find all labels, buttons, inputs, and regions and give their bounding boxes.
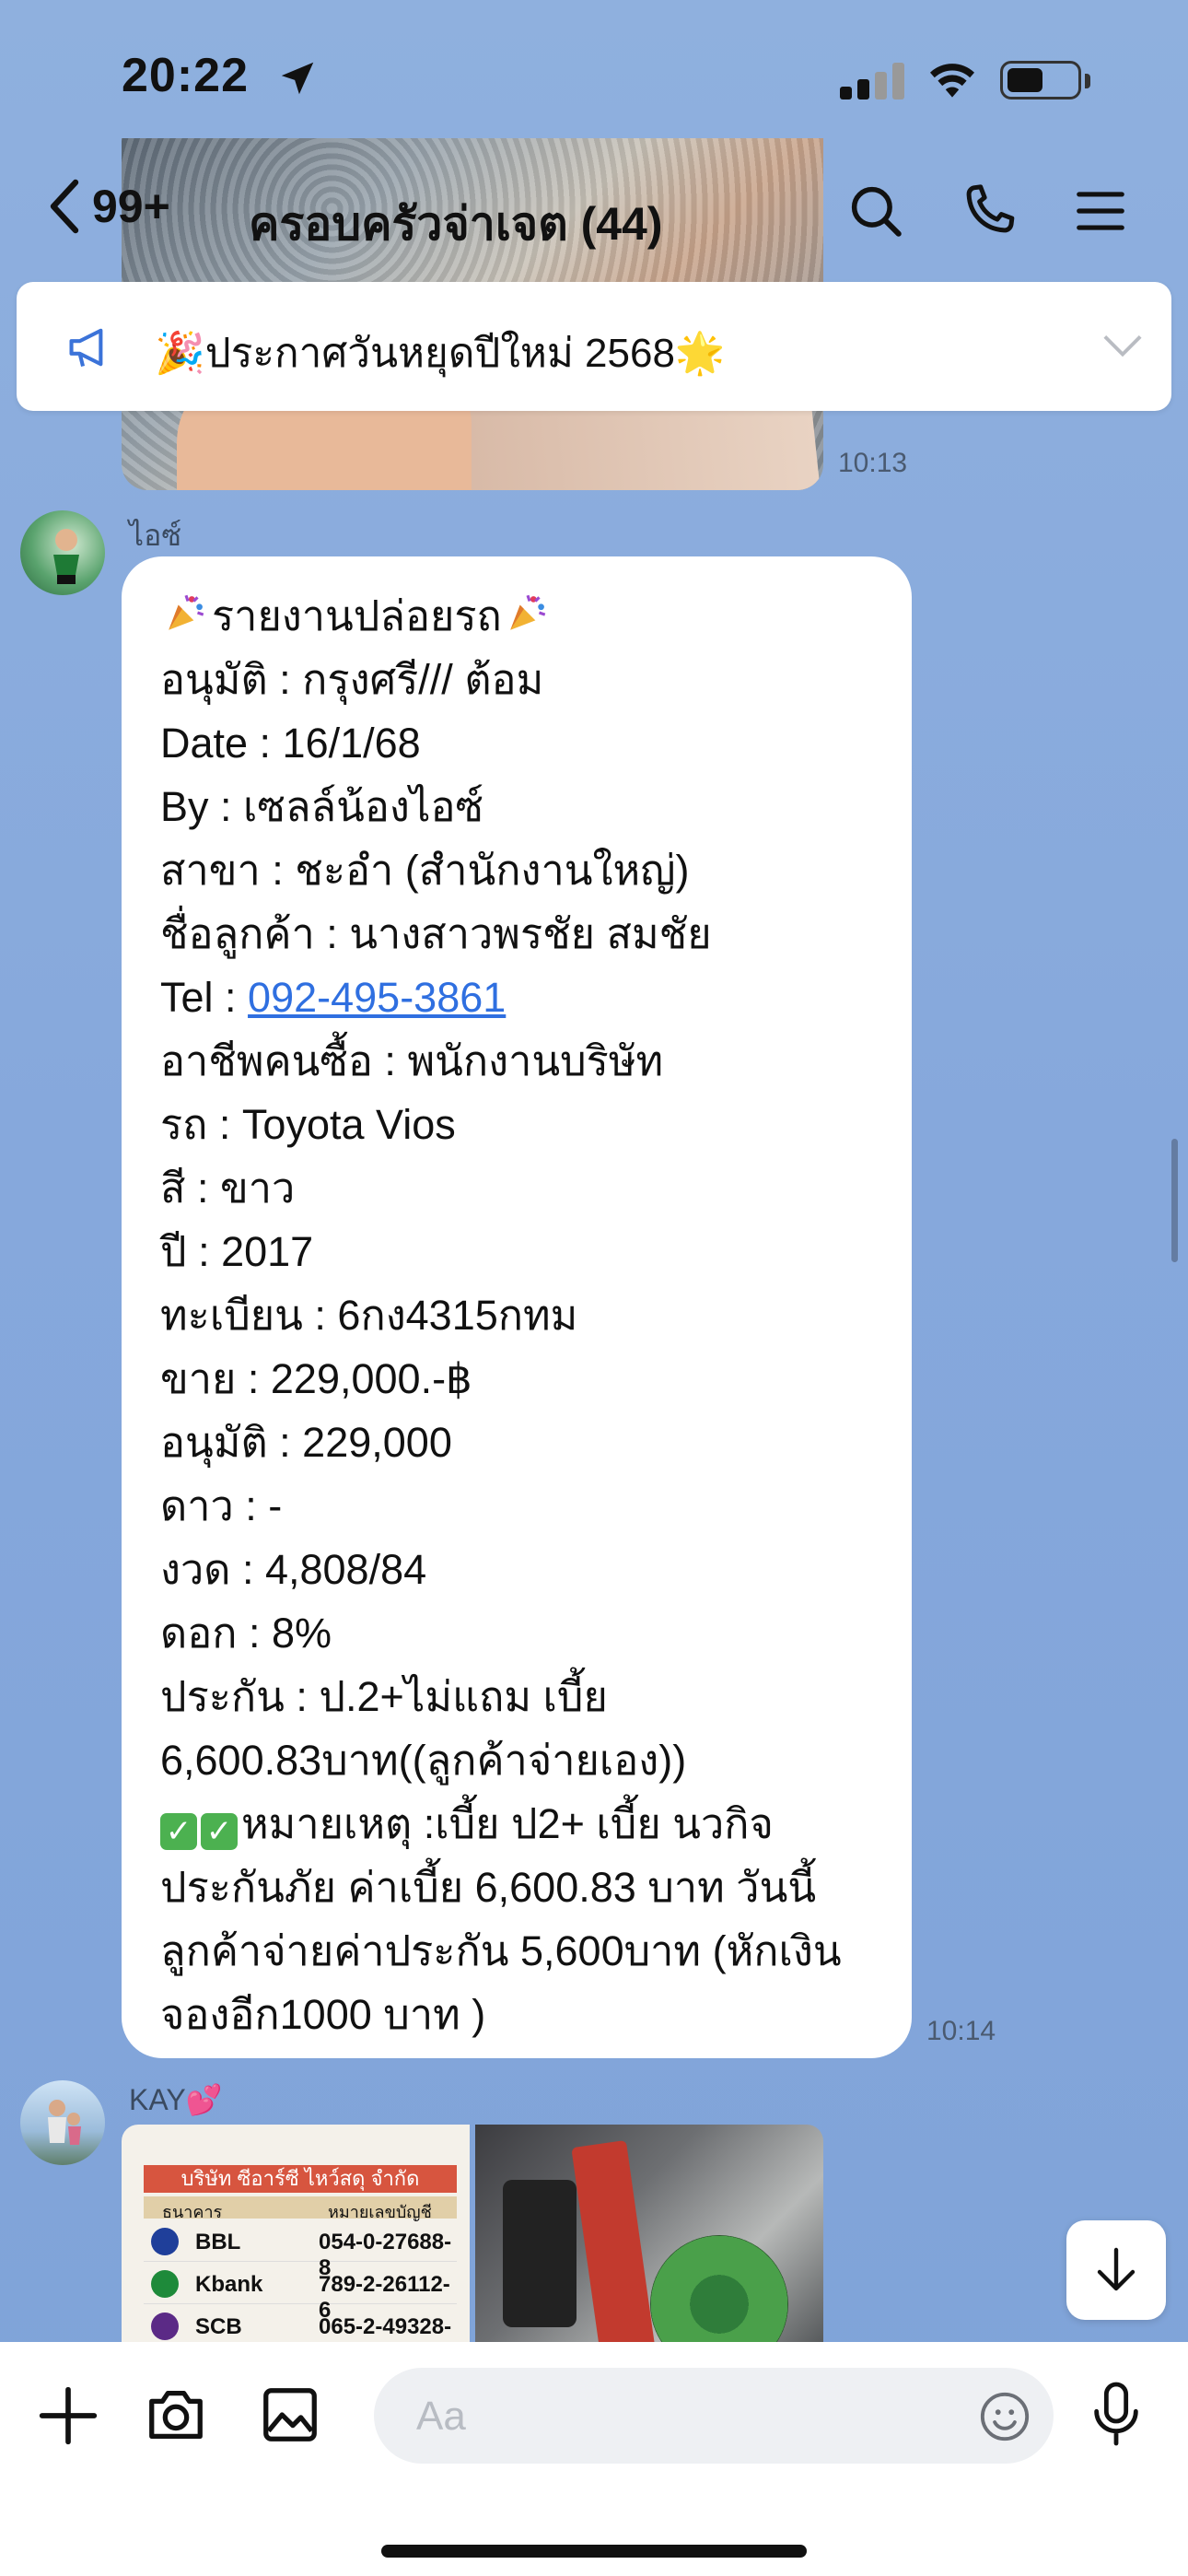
avatar-kay[interactable]: [20, 2080, 105, 2165]
home-indicator[interactable]: [381, 2545, 807, 2558]
scrollbar-thumb[interactable]: [1171, 1139, 1178, 1262]
report-line: ประกันภัย ค่าเบี้ย 6,600.83 บาท วันนี้: [160, 1864, 817, 1911]
party-popper-icon: [510, 594, 546, 630]
photo-tools[interactable]: [475, 2125, 823, 2346]
bank-logo-icon: [151, 2313, 179, 2340]
arrow-down-icon: [1097, 2247, 1136, 2291]
bank-logo-icon: [151, 2228, 179, 2255]
report-line: Date : 16/1/68: [160, 720, 421, 767]
bank-account: 065-2-49328-5: [319, 2314, 452, 2346]
microphone-icon[interactable]: [1087, 2379, 1146, 2449]
report-line: รถ : Toyota Vios: [160, 1101, 456, 1148]
report-line: ทะเบียน : 6กง4315กทม: [160, 1292, 578, 1339]
message-time: 10:13: [838, 448, 908, 478]
image-gallery-icon[interactable]: [258, 2383, 322, 2447]
report-line: 6,600.83บาท((ลูกค้าจ่ายเอง)): [160, 1737, 687, 1784]
message-input[interactable]: [414, 2388, 934, 2445]
check-mark-icon: ✓: [201, 1813, 238, 1850]
status-time: 20:22: [122, 49, 249, 102]
bank-name: SCB: [195, 2314, 242, 2339]
party-popper-icon: [169, 594, 204, 630]
unread-count: 99+: [92, 181, 170, 232]
report-line: ชื่อลูกค้า : นางสาวพรชัย สมชัย: [160, 910, 712, 957]
report-line: สี : ขาว: [160, 1165, 296, 1212]
wifi-icon: [930, 64, 974, 98]
chevron-down-icon[interactable]: [1101, 332, 1144, 359]
composer-bar: [0, 2342, 1188, 2576]
report-title-line: รายงานปล่อยรถ: [160, 584, 873, 648]
report-line: จองอีก1000 บาท ): [160, 1991, 486, 2038]
report-line: ประกัน : ป.2+ไม่แถม เบี้ย: [160, 1673, 608, 1720]
status-bar: 20:22: [0, 0, 1188, 157]
menu-icon[interactable]: [1072, 181, 1129, 241]
report-title: รายงานปล่อยรถ: [212, 592, 502, 639]
report-tel-line: Tel : 092-495-3861: [160, 966, 873, 1029]
report-note-line: ✓ ✓ หมายเหตุ :เบี้ย ป2+ เบี้ย นวกิจ: [160, 1792, 873, 1856]
tel-label: Tel :: [160, 974, 249, 1021]
message-bubble-report[interactable]: รายงานปล่อยรถ อนุมัติ : กรุงศรี/// ต้อม …: [122, 556, 912, 2058]
report-line: ดาว : -: [160, 1482, 283, 1529]
bank-row: SCB 065-2-49328-5: [144, 2305, 457, 2346]
sender-name: KAY💕: [129, 2083, 223, 2116]
report-line: By : เซลล์น้องไอซ์: [160, 783, 484, 830]
camera-icon[interactable]: [144, 2383, 208, 2447]
note-text: หมายเหตุ :เบี้ย ป2+ เบี้ย นวกิจ: [241, 1800, 774, 1847]
emoji-icon[interactable]: [978, 2390, 1031, 2443]
report-line: ดอก : 8%: [160, 1610, 332, 1657]
message-time: 10:14: [926, 2016, 996, 2046]
report-line: ลูกค้าจ่ายค่าประกัน 5,600บาท (หักเงิน: [160, 1927, 842, 1974]
chat-title[interactable]: ครอบครัวจ่าเจต (44): [249, 188, 663, 261]
report-line: ปี : 2017: [160, 1228, 314, 1275]
bank-name: BBL: [195, 2230, 241, 2254]
chat-header: 99+ ครอบครัวจ่าเจต (44): [0, 157, 1188, 267]
photo-bank-accounts[interactable]: บริษัท ซีอาร์ซี ไหว์สดุ จำกัด ธนาคาร หมา…: [122, 2125, 470, 2346]
bank-name: Kbank: [195, 2272, 263, 2297]
scroll-to-bottom-button[interactable]: [1066, 2220, 1166, 2320]
bank-row: BBL 054-0-27688-8: [144, 2220, 457, 2280]
report-line: อนุมัติ : กรุงศรี/// ต้อม: [160, 656, 544, 703]
search-icon[interactable]: [845, 181, 906, 241]
battery-icon: [1000, 61, 1081, 100]
battery-tip: [1085, 74, 1090, 88]
bank-row: Kbank 789-2-26112-6: [144, 2263, 457, 2323]
bank-sheet-header: ธนาคาร หมายเลขบัญชี: [144, 2196, 457, 2221]
location-arrow-icon: [281, 62, 314, 95]
megaphone-icon: [69, 328, 103, 367]
report-line: อาชีพคนซื้อ : พนักงานบริษัท: [160, 1037, 664, 1084]
cellular-signal-icon: [840, 63, 904, 100]
report-line: งวด : 4,808/84: [160, 1546, 427, 1593]
avatar-ice[interactable]: [20, 510, 105, 595]
report-line: ขาย : 229,000.-฿: [160, 1355, 472, 1402]
report-line: สาขา : ชะอำ (สำนักงานใหญ่): [160, 847, 690, 894]
announcement-text: 🎉ประกาศวันหยุดปีใหม่ 2568🌟: [155, 331, 726, 376]
chevron-left-icon: [50, 179, 79, 234]
back-button[interactable]: 99+: [46, 177, 170, 236]
phone-call-icon[interactable]: [958, 181, 1019, 241]
bank-sheet-company: บริษัท ซีอาร์ซี ไหว์สดุ จำกัด: [144, 2165, 457, 2193]
plus-icon[interactable]: [37, 2384, 99, 2447]
phone-link[interactable]: 092-495-3861: [248, 974, 506, 1021]
report-line: อนุมัติ : 229,000: [160, 1419, 452, 1466]
check-mark-icon: ✓: [160, 1813, 197, 1850]
sender-name: ไอซ์: [129, 519, 182, 552]
announcement-banner[interactable]: 🎉ประกาศวันหยุดปีใหม่ 2568🌟: [17, 282, 1171, 411]
message-input-container: [374, 2368, 1054, 2464]
bank-logo-icon: [151, 2270, 179, 2298]
